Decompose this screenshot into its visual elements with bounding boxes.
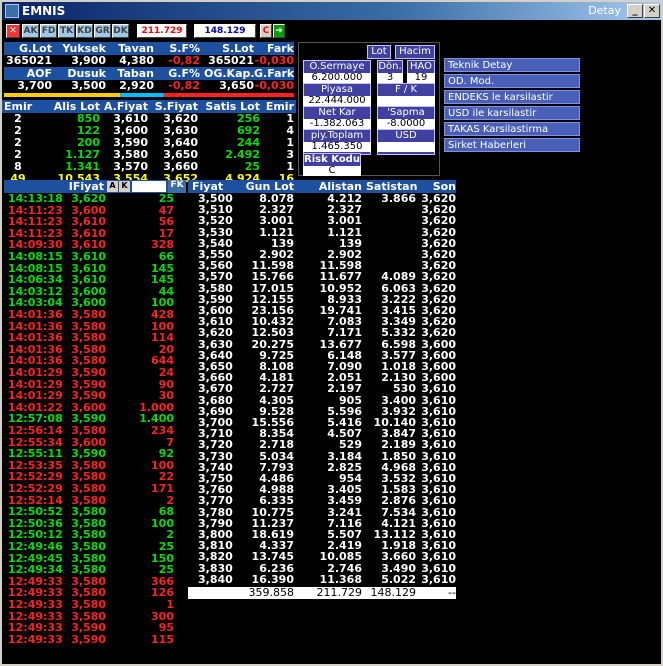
depth-cell: 3,610 xyxy=(421,572,456,586)
info-panel: Lot Hacim Ö.Sermaye 6.200.000 Dön. 3 HAO… xyxy=(298,42,440,176)
summary-values-row-2: 3,700 3,500 2,920 -0,82 3,650 -0,030 xyxy=(4,80,294,92)
depth-cell: 5.022 xyxy=(381,572,416,586)
strength-bar xyxy=(4,93,294,97)
summary-value: -0,82 xyxy=(168,79,200,92)
trade-lot: 115 xyxy=(151,632,174,646)
summary-value: 365021 xyxy=(6,54,52,67)
minimize-icon[interactable]: _ xyxy=(627,4,643,18)
filter-input[interactable] xyxy=(132,181,166,192)
trade-time: 12:49:33 xyxy=(8,632,63,646)
depth-cell: 16.390 xyxy=(251,572,294,586)
summary-value: -0,030 xyxy=(254,54,294,67)
tab-gr[interactable]: GR xyxy=(94,24,111,38)
summary-value: 3,900 xyxy=(71,54,106,67)
depth-row[interactable]: 3,840 16.390 11.368 5.022 3,610 xyxy=(188,572,456,586)
tab-kd[interactable]: KD xyxy=(76,24,93,38)
window-title: EMNIS xyxy=(22,4,66,18)
trade-price: 3,590 xyxy=(71,632,106,646)
menu-item-4[interactable]: TAKAS Karsilastirma xyxy=(444,122,580,136)
piy-toplam-value: 1.465.350 xyxy=(303,142,371,152)
fk-value xyxy=(377,96,435,106)
risk-value: C xyxy=(303,166,361,176)
depth-totals: 359.858 211.729 148.129 -- xyxy=(188,587,456,599)
hacim-button[interactable]: Hacim xyxy=(395,45,435,59)
menu-item-0[interactable]: Teknik Detay xyxy=(444,58,580,72)
k-button[interactable]: K xyxy=(119,181,130,192)
summary-value: 365021 xyxy=(208,54,254,67)
close-tab-icon[interactable]: ✕ xyxy=(6,24,20,38)
summary-value: 4,380 xyxy=(119,54,154,67)
summary-values-row-1: 365021 3,900 4,380 -0,82 365021 -0,030 xyxy=(4,55,294,67)
depth-total-cell: -- xyxy=(448,586,456,599)
summary-value: -0,030 xyxy=(254,79,294,92)
fk-label: F / K xyxy=(377,83,435,97)
trade-row[interactable]: 12:49:33 3,590 115 xyxy=(4,632,186,646)
tab-fd[interactable]: FD xyxy=(40,24,57,38)
menu-item-5[interactable]: Sirket Haberleri xyxy=(444,138,580,152)
tab-ak[interactable]: AK xyxy=(22,24,39,38)
menu-item-2[interactable]: ENDEKS le karsilastir xyxy=(444,90,580,104)
don-value: 3 xyxy=(377,73,403,83)
net-kar-value: -1.382.063 xyxy=(303,119,371,129)
a-button[interactable]: A xyxy=(107,181,118,192)
hao-value: 19 xyxy=(407,73,435,83)
depth-total-cell: 211.729 xyxy=(316,586,363,599)
arrow-right-icon[interactable]: ➜ xyxy=(273,24,285,38)
tab-tk[interactable]: TK xyxy=(58,24,75,38)
app-icon xyxy=(5,4,19,18)
summary-value: 3,500 xyxy=(71,79,106,92)
window-right-title: Detay xyxy=(588,4,621,17)
menu-item-1[interactable]: OD. Mod. xyxy=(444,74,580,88)
toolbar-value-1: 211.729 xyxy=(137,24,187,38)
tab-dk[interactable]: DK xyxy=(112,24,129,38)
depth-total-cell: 359.858 xyxy=(248,586,295,599)
main-window: EMNIS Detay _ ✕ ✕ AK FD TK KD GR DK 211.729 1… xyxy=(0,0,663,666)
toolbar: ✕ AK FD TK KD GR DK 211.729 148.129 C ➜ xyxy=(2,22,661,40)
toolbar-value-2: 148.129 xyxy=(194,24,256,38)
close-icon[interactable]: ✕ xyxy=(644,4,660,18)
lot-button[interactable]: Lot xyxy=(367,45,391,59)
c-button[interactable]: C xyxy=(260,24,272,38)
piyasa-value: 22.444.000 xyxy=(303,96,371,106)
usd-value xyxy=(377,142,435,152)
summary-value: -0,82 xyxy=(168,54,200,67)
o-sermaye-value: 6.200.000 xyxy=(303,73,371,83)
depth-cell: 11.368 xyxy=(319,572,362,586)
depth-cell: 3.866 xyxy=(381,192,416,205)
title-bar[interactable]: EMNIS Detay _ ✕ xyxy=(2,2,661,20)
depth-total-cell: 148.129 xyxy=(370,586,417,599)
summary-value: 3,700 xyxy=(17,79,52,92)
summary-value: 2,920 xyxy=(119,79,154,92)
menu-item-3[interactable]: USD ile karsilastir xyxy=(444,106,580,120)
sapma-value: -8.0000 xyxy=(377,119,435,129)
summary-value: 3,650 xyxy=(219,79,254,92)
